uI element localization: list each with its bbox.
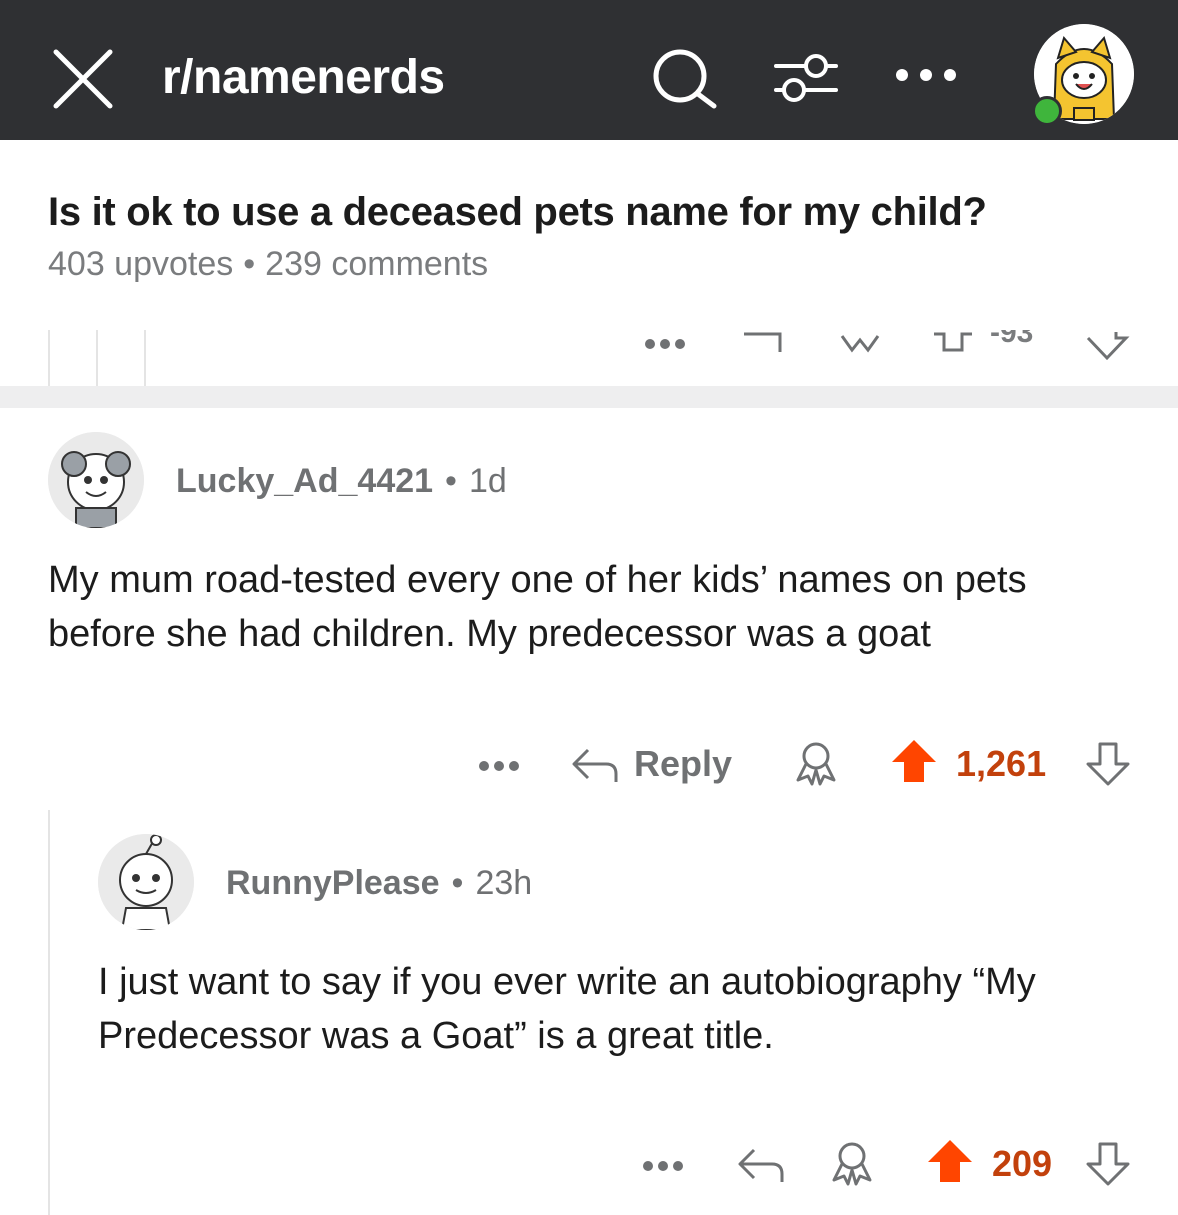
meta-separator: •: [451, 864, 464, 902]
reply-icon[interactable]: [734, 1144, 788, 1186]
section-divider: [0, 386, 1178, 408]
vote-score: 209: [992, 1143, 1053, 1184]
downvote-icon[interactable]: [1084, 330, 1130, 362]
snoo-avatar-icon: [48, 432, 144, 528]
comment-username[interactable]: Lucky_Ad_4421: [176, 462, 433, 500]
post-title[interactable]: Is it ok to use a deceased pets name for…: [48, 190, 987, 235]
comment-body: I just want to say if you ever write an …: [98, 961, 1036, 1057]
upvote-icon[interactable]: [890, 738, 938, 786]
snoo-avatar-icon: [98, 834, 194, 930]
comment-username[interactable]: RunnyPlease: [226, 864, 440, 902]
downvote-icon[interactable]: [1084, 740, 1132, 788]
commenter-avatar[interactable]: [98, 834, 194, 930]
upvote-icon[interactable]: [930, 330, 976, 358]
commenter-avatar[interactable]: [48, 432, 144, 528]
top-bar: r/namenerds: [0, 0, 1178, 140]
award-icon[interactable]: [828, 1140, 876, 1186]
vote-score: 1,261: [956, 743, 1047, 784]
filter-icon[interactable]: [770, 52, 842, 104]
downvote-icon[interactable]: [1084, 1140, 1132, 1188]
more-icon[interactable]: [640, 1158, 686, 1174]
comment-age: 1d: [468, 462, 507, 500]
thread-line: [48, 330, 50, 386]
award-icon[interactable]: [792, 740, 840, 786]
reply-icon[interactable]: [740, 330, 790, 354]
previous-comment-actions: -93: [0, 330, 1178, 386]
thread-line: [96, 330, 98, 386]
more-icon[interactable]: [892, 64, 962, 86]
meta-separator: •: [243, 245, 256, 283]
thread-line[interactable]: [48, 810, 50, 1215]
online-status-indicator: [1032, 96, 1062, 126]
upvote-icon[interactable]: [926, 1138, 974, 1186]
comment-body: My mum road-tested every one of her kids…: [48, 559, 1027, 655]
post-upvotes: 403 upvotes: [48, 245, 234, 283]
comment-meta: RunnyPlease • 23h: [226, 864, 532, 903]
reply-button[interactable]: Reply: [634, 743, 732, 785]
post-comments-count: 239 comments: [265, 245, 489, 283]
more-icon[interactable]: [476, 758, 522, 774]
close-icon[interactable]: [50, 46, 116, 112]
post-meta: 403 upvotes • 239 comments: [48, 245, 488, 284]
thread-line: [144, 330, 146, 386]
vote-score: -93: [990, 330, 1034, 349]
subreddit-title[interactable]: r/namenerds: [162, 50, 445, 105]
comment-meta: Lucky_Ad_4421 • 1d: [176, 462, 507, 501]
more-icon[interactable]: [642, 336, 688, 352]
meta-separator: •: [445, 462, 457, 500]
reply-icon[interactable]: [568, 744, 622, 786]
comment-age: 23h: [475, 864, 533, 902]
search-icon[interactable]: [650, 48, 722, 110]
award-icon[interactable]: [836, 330, 882, 354]
